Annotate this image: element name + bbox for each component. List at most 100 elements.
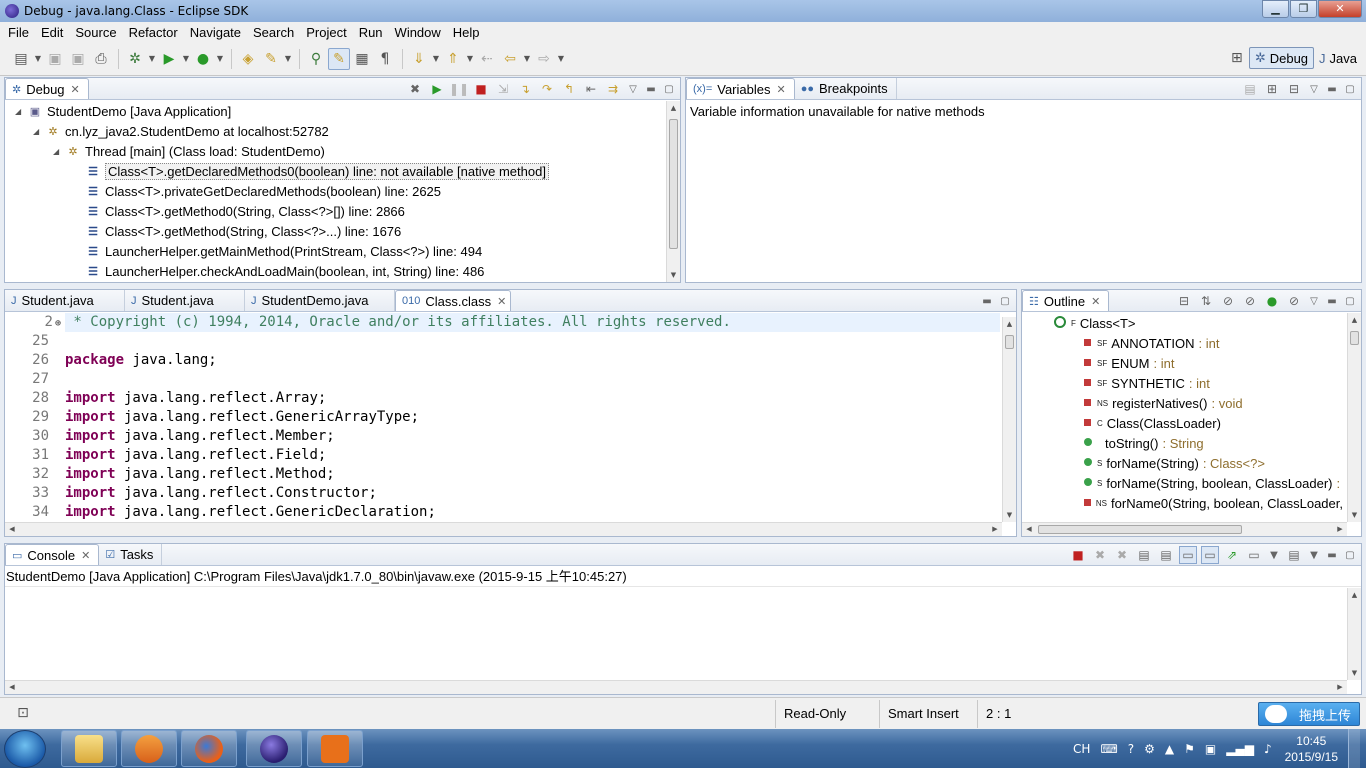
- maximize-view-icon[interactable]: ▢: [1343, 80, 1357, 98]
- remove-launch-icon[interactable]: ✖: [1091, 546, 1109, 564]
- open-console-dropdown-icon[interactable]: ▼: [1307, 546, 1321, 564]
- tab-outline[interactable]: ☷ Outline ✕: [1022, 290, 1110, 311]
- menu-navigate[interactable]: Navigate: [184, 25, 247, 40]
- last-edit-icon[interactable]: ⇠: [476, 48, 498, 70]
- fast-view-icon[interactable]: ⊡: [12, 702, 34, 724]
- tree-item-launch[interactable]: ◢ ▣ StudentDemo [Java Application]: [5, 101, 666, 121]
- debug-icon[interactable]: ✲: [124, 48, 146, 70]
- scroll-down-icon[interactable]: ▼: [1003, 508, 1016, 522]
- tab-debug[interactable]: ✲ Debug ✕: [5, 78, 89, 99]
- volume-icon[interactable]: ♪: [1264, 742, 1272, 756]
- suspend-icon[interactable]: ❚❚: [449, 80, 469, 98]
- scroll-lock-icon[interactable]: ▤: [1157, 546, 1175, 564]
- expand-icon[interactable]: ◢: [53, 147, 65, 156]
- outline-item[interactable]: NS forName0(String, boolean, ClassLoader,: [1022, 493, 1347, 513]
- save-all-icon[interactable]: ▣: [67, 48, 89, 70]
- terminate-icon[interactable]: ■: [472, 80, 490, 98]
- tab-studentdemo-java[interactable]: J StudentDemo.java: [245, 290, 395, 311]
- keyboard-icon[interactable]: ⌨: [1100, 742, 1117, 756]
- close-icon[interactable]: ✕: [776, 83, 785, 96]
- scroll-up-icon[interactable]: ▲: [667, 101, 680, 115]
- minimize-view-icon[interactable]: ▬: [1325, 546, 1339, 564]
- menu-run[interactable]: Run: [353, 25, 389, 40]
- print-icon[interactable]: ⎙: [90, 48, 112, 70]
- disconnect-icon[interactable]: ⇲: [494, 80, 512, 98]
- scroll-down-icon[interactable]: ▼: [1348, 508, 1361, 522]
- debug-dropdown-icon[interactable]: ▼: [147, 48, 157, 70]
- tab-student-java-2[interactable]: J Student.java: [125, 290, 245, 311]
- next-annotation-dropdown-icon[interactable]: ▼: [431, 48, 441, 70]
- maximize-view-icon[interactable]: ▢: [998, 292, 1012, 310]
- display-dropdown-icon[interactable]: ▼: [1267, 546, 1281, 564]
- scroll-up-icon[interactable]: ▲: [1348, 313, 1361, 327]
- taskbar-explorer[interactable]: [61, 730, 117, 767]
- open-task-icon[interactable]: ✎: [260, 48, 282, 70]
- console-hscroll[interactable]: ◀ ▶: [5, 680, 1347, 694]
- network-icon[interactable]: ▂▄▆: [1226, 742, 1254, 756]
- use-step-filters-icon[interactable]: ⇉: [604, 80, 622, 98]
- show-desktop-button[interactable]: [1348, 729, 1360, 768]
- show-on-stdout-icon[interactable]: ▭: [1179, 546, 1197, 564]
- new-dropdown-icon[interactable]: ▼: [33, 48, 43, 70]
- close-icon[interactable]: ✕: [71, 83, 80, 96]
- stack-frame[interactable]: ☰ LauncherHelper.checkAndLoadMain(boolean…: [5, 261, 666, 281]
- scroll-left-icon[interactable]: ◀: [5, 681, 19, 694]
- help-icon[interactable]: ?: [1128, 742, 1134, 756]
- minimize-button[interactable]: ▁: [1262, 0, 1289, 18]
- run-icon[interactable]: ▶: [158, 48, 180, 70]
- forward-icon[interactable]: ⇨: [533, 48, 555, 70]
- run-dropdown-icon[interactable]: ▼: [181, 48, 191, 70]
- tab-console[interactable]: ▭ Console ✕: [5, 544, 100, 565]
- prev-annotation-dropdown-icon[interactable]: ▼: [465, 48, 475, 70]
- debug-tree-scrollbar[interactable]: ▲ ▼: [666, 101, 680, 282]
- stack-frame[interactable]: ☰ LauncherHelper.getMainMethod(PrintStrea…: [5, 241, 666, 261]
- language-indicator[interactable]: CH: [1073, 742, 1090, 756]
- hide-nonpublic-icon[interactable]: ●: [1263, 292, 1281, 310]
- minimize-view-icon[interactable]: ▬: [1325, 292, 1339, 310]
- external-tools-icon[interactable]: ●: [192, 48, 214, 70]
- view-menu-icon[interactable]: ▽: [1307, 80, 1321, 98]
- close-icon[interactable]: ✕: [497, 295, 506, 308]
- tab-breakpoints[interactable]: ●● Breakpoints: [795, 78, 897, 99]
- step-return-icon[interactable]: ↰: [560, 80, 578, 98]
- tab-student-java[interactable]: J Student.java: [5, 290, 125, 311]
- editor-hscroll[interactable]: ◀ ▶: [5, 522, 1002, 536]
- clear-console-icon[interactable]: ▤: [1135, 546, 1153, 564]
- clock[interactable]: 10:45 2015/9/15: [1285, 733, 1338, 765]
- hide-fields-icon[interactable]: ⊘: [1219, 292, 1237, 310]
- remove-terminated-icon[interactable]: ✖: [406, 80, 424, 98]
- terminate-icon[interactable]: ■: [1069, 546, 1087, 564]
- display-console-icon[interactable]: ▭: [1245, 546, 1263, 564]
- outline-item[interactable]: SF SYNTHETIC: int: [1022, 373, 1347, 393]
- code-text[interactable]: * Copyright (c) 1994, 2014, Oracle and/o…: [65, 313, 1000, 522]
- expand-fold-icon[interactable]: ⊕: [55, 318, 61, 329]
- taskbar-powerpoint[interactable]: [307, 730, 363, 767]
- menu-search[interactable]: Search: [247, 25, 300, 40]
- scroll-right-icon[interactable]: ▶: [988, 523, 1002, 536]
- open-console-icon[interactable]: ▤: [1285, 546, 1303, 564]
- device-icon[interactable]: ▣: [1205, 742, 1216, 756]
- show-on-stderr-icon[interactable]: ▭: [1201, 546, 1219, 564]
- tree-item-target[interactable]: ◢ ✲ cn.lyz_java2.StudentDemo at localhost:…: [5, 121, 666, 141]
- scroll-up-icon[interactable]: ▲: [1348, 588, 1361, 602]
- scroll-right-icon[interactable]: ▶: [1333, 523, 1347, 536]
- external-tools-dropdown-icon[interactable]: ▼: [215, 48, 225, 70]
- tab-class-class[interactable]: 010 Class.class ✕: [395, 290, 511, 311]
- view-menu-icon[interactable]: ▽: [1307, 292, 1321, 310]
- expand-icon[interactable]: ◢: [15, 107, 27, 116]
- block-selection-icon[interactable]: ▦: [351, 48, 373, 70]
- save-icon[interactable]: ▣: [44, 48, 66, 70]
- minimize-view-icon[interactable]: ▬: [1325, 80, 1339, 98]
- scroll-down-icon[interactable]: ▼: [667, 268, 680, 282]
- open-type-icon[interactable]: ◈: [237, 48, 259, 70]
- show-type-names-icon[interactable]: ▤: [1241, 80, 1259, 98]
- stack-frame[interactable]: ☰ Class<T>.getMethod0(String, Class<?>[])…: [5, 201, 666, 221]
- menu-source[interactable]: Source: [69, 25, 122, 40]
- remove-all-terminated-icon[interactable]: ✖: [1113, 546, 1131, 564]
- expand-icon[interactable]: ◢: [33, 127, 45, 136]
- flag-icon[interactable]: ⚑: [1184, 742, 1195, 756]
- show-whitespace-icon[interactable]: ¶: [374, 48, 396, 70]
- stack-frame[interactable]: ☰ Class<T>.getMethod(String, Class<?>...)…: [5, 221, 666, 241]
- scrollbar-thumb[interactable]: [1350, 331, 1359, 345]
- tree-item-thread[interactable]: ◢ ✲ Thread [main] (Class load: StudentDemo…: [5, 141, 666, 161]
